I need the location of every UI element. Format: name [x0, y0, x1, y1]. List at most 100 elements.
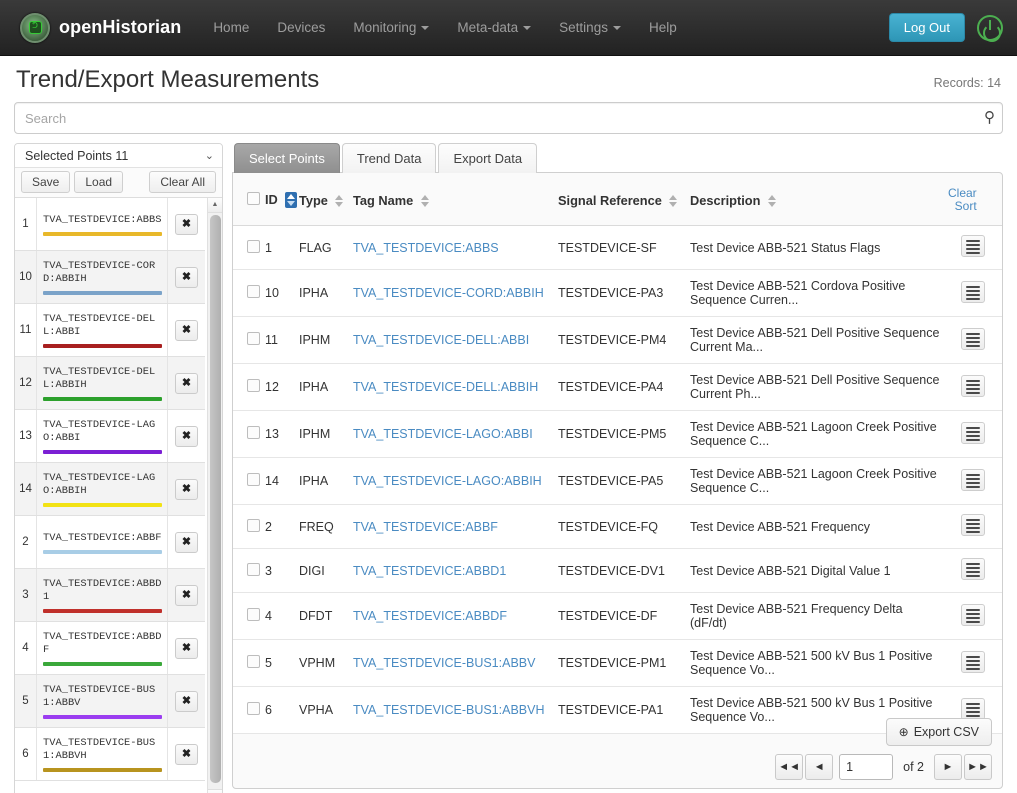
nav-item-home[interactable]: Home	[199, 11, 263, 44]
nav-item-monitoring[interactable]: Monitoring	[339, 11, 443, 44]
tag-name-link[interactable]: TVA_TESTDEVICE:ABBS	[353, 241, 499, 255]
row-checkbox[interactable]	[247, 239, 260, 253]
tab-select-points[interactable]: Select Points	[234, 143, 340, 173]
nav-item-settings[interactable]: Settings	[545, 11, 635, 44]
row-menu-icon[interactable]	[961, 603, 985, 626]
selected-point-item[interactable]: 14 TVA_TESTDEVICE-LAGO:ABBIH ✖	[15, 463, 205, 516]
selected-point-item[interactable]: 3 TVA_TESTDEVICE:ABBD1 ✖	[15, 569, 205, 622]
tag-name-link[interactable]: TVA_TESTDEVICE-BUS1:ABBV	[353, 656, 535, 670]
clear-all-button[interactable]: Clear All	[149, 171, 216, 193]
table-row[interactable]: 10 IPHA TVA_TESTDEVICE-CORD:ABBIH TESTDEVIC…	[233, 269, 1002, 317]
table-row[interactable]: 3 DIGI TVA_TESTDEVICE:ABBD1 TESTDEVICE-DV1 T…	[233, 548, 1002, 593]
tag-name-link[interactable]: TVA_TESTDEVICE-LAGO:ABBI	[353, 427, 533, 441]
remove-point-button[interactable]: ✖	[175, 584, 198, 606]
page-number-input[interactable]	[839, 754, 894, 780]
sort-toggle-type[interactable]	[335, 195, 344, 208]
select-all-checkbox[interactable]	[247, 192, 260, 205]
remove-point-button[interactable]: ✖	[175, 425, 198, 447]
column-header-id[interactable]: ID	[261, 173, 298, 226]
tab-trend-data[interactable]: Trend Data	[341, 143, 437, 173]
row-menu-icon[interactable]	[961, 280, 985, 303]
row-menu-icon[interactable]	[961, 558, 985, 580]
selected-point-item[interactable]: 5 TVA_TESTDEVICE-BUS1:ABBV ✖	[15, 675, 205, 728]
tag-name-link[interactable]: TVA_TESTDEVICE-DELL:ABBIH	[353, 380, 538, 394]
table-row[interactable]: 12 IPHA TVA_TESTDEVICE-DELL:ABBIH TESTDEVIC…	[233, 363, 1002, 411]
remove-point-button[interactable]: ✖	[175, 743, 198, 765]
logout-button[interactable]: Log Out	[888, 13, 965, 42]
selected-point-item[interactable]: 10 TVA_TESTDEVICE-CORD:ABBIH ✖	[15, 251, 205, 304]
sort-toggle-id[interactable]	[285, 192, 298, 209]
remove-point-button[interactable]: ✖	[175, 531, 198, 553]
nav-item-help[interactable]: Help	[635, 11, 691, 44]
remove-point-button[interactable]: ✖	[175, 213, 198, 235]
nav-item-devices[interactable]: Devices	[263, 11, 339, 44]
remove-point-button[interactable]: ✖	[175, 372, 198, 394]
load-button[interactable]: Load	[74, 171, 124, 193]
row-checkbox[interactable]	[247, 562, 260, 576]
row-checkbox[interactable]	[247, 518, 260, 532]
selected-point-item[interactable]: 2 TVA_TESTDEVICE:ABBF ✖	[15, 516, 205, 569]
tag-name-link[interactable]: TVA_TESTDEVICE:ABBD1	[353, 564, 506, 578]
row-menu-icon[interactable]	[961, 697, 985, 720]
row-checkbox[interactable]	[247, 332, 260, 345]
remove-point-button[interactable]: ✖	[175, 319, 198, 341]
next-page-button[interactable]: ►	[934, 754, 962, 780]
remove-point-button[interactable]: ✖	[175, 690, 198, 712]
tab-export-data[interactable]: Export Data	[438, 143, 538, 173]
tag-name-link[interactable]: TVA_TESTDEVICE:ABBDF	[353, 609, 507, 623]
row-checkbox[interactable]	[247, 426, 260, 439]
clear-sort-link[interactable]: Clear Sort	[948, 187, 987, 213]
export-csv-button[interactable]: ⊕ Export CSV	[885, 718, 992, 746]
table-row[interactable]: 4 DFDT TVA_TESTDEVICE:ABBDF TESTDEVICE-DF Te…	[233, 592, 1002, 640]
selected-point-item[interactable]: 12 TVA_TESTDEVICE-DELL:ABBIH ✖	[15, 357, 205, 410]
brand[interactable]: ᕤ openHistorian	[20, 12, 181, 43]
remove-point-button[interactable]: ✖	[175, 478, 198, 500]
row-menu-icon[interactable]	[961, 468, 985, 491]
chevron-down-icon[interactable]: ⌄	[205, 150, 214, 162]
row-checkbox[interactable]	[247, 655, 260, 668]
selected-point-item[interactable]: 11 TVA_TESTDEVICE-DELL:ABBI ✖	[15, 304, 205, 357]
column-header-tag-name[interactable]: Tag Name	[349, 173, 554, 226]
save-button[interactable]: Save	[21, 171, 71, 193]
last-page-button[interactable]: ►►	[964, 754, 992, 780]
table-row[interactable]: 5 VPHM TVA_TESTDEVICE-BUS1:ABBV TESTDEVICE-…	[233, 639, 1002, 687]
scroll-down-arrow-icon[interactable]: ▼	[208, 789, 222, 793]
tag-name-link[interactable]: TVA_TESTDEVICE:ABBF	[353, 520, 498, 534]
scroll-up-arrow-icon[interactable]: ▲	[208, 198, 222, 213]
row-menu-icon[interactable]	[961, 374, 985, 397]
nav-item-metadata[interactable]: Meta-data	[443, 11, 545, 44]
column-header-type[interactable]: Type	[295, 173, 349, 226]
table-row[interactable]: 14 IPHA TVA_TESTDEVICE-LAGO:ABBIH TESTDEVIC…	[233, 457, 1002, 505]
table-row[interactable]: 11 IPHM TVA_TESTDEVICE-DELL:ABBI TESTDEVICE…	[233, 316, 1002, 364]
tag-name-link[interactable]: TVA_TESTDEVICE-LAGO:ABBIH	[353, 474, 542, 488]
sidebar-scrollbar[interactable]: ▲ ▼	[207, 198, 222, 793]
remove-point-button[interactable]: ✖	[175, 266, 198, 288]
row-menu-icon[interactable]	[961, 421, 985, 444]
column-header-signal-reference[interactable]: Signal Reference	[554, 173, 686, 226]
tag-name-link[interactable]: TVA_TESTDEVICE-DELL:ABBI	[353, 333, 529, 347]
search-icon[interactable]: ⚲	[984, 108, 995, 126]
tag-name-link[interactable]: TVA_TESTDEVICE-CORD:ABBIH	[353, 286, 544, 300]
row-checkbox[interactable]	[247, 473, 260, 486]
selected-point-item[interactable]: 4 TVA_TESTDEVICE:ABBDF ✖	[15, 622, 205, 675]
first-page-button[interactable]: ◄◄	[775, 754, 804, 780]
column-header-description[interactable]: Description	[686, 173, 944, 226]
row-checkbox[interactable]	[247, 285, 260, 298]
search-input[interactable]	[14, 102, 1003, 134]
selected-point-item[interactable]: 6 TVA_TESTDEVICE-BUS1:ABBVH ✖	[15, 728, 205, 781]
row-menu-icon[interactable]	[961, 650, 985, 673]
remove-point-button[interactable]: ✖	[175, 637, 198, 659]
row-menu-icon[interactable]	[961, 514, 985, 536]
sort-toggle-description[interactable]	[767, 195, 776, 208]
tag-name-link[interactable]: TVA_TESTDEVICE-BUS1:ABBVH	[353, 703, 545, 717]
table-row[interactable]: 1 FLAG TVA_TESTDEVICE:ABBS TESTDEVICE-SF Tes…	[233, 225, 1002, 270]
scrollbar-thumb[interactable]	[210, 215, 221, 783]
selected-point-item[interactable]: 13 TVA_TESTDEVICE-LAGO:ABBI ✖	[15, 410, 205, 463]
row-menu-icon[interactable]	[961, 235, 985, 257]
table-row[interactable]: 13 IPHM TVA_TESTDEVICE-LAGO:ABBI TESTDEVICE…	[233, 410, 1002, 458]
row-checkbox[interactable]	[247, 702, 260, 715]
prev-page-button[interactable]: ◄	[805, 754, 834, 780]
row-checkbox[interactable]	[247, 379, 260, 392]
selected-point-item[interactable]: 1 TVA_TESTDEVICE:ABBS ✖	[15, 198, 205, 251]
row-checkbox[interactable]	[247, 608, 260, 621]
